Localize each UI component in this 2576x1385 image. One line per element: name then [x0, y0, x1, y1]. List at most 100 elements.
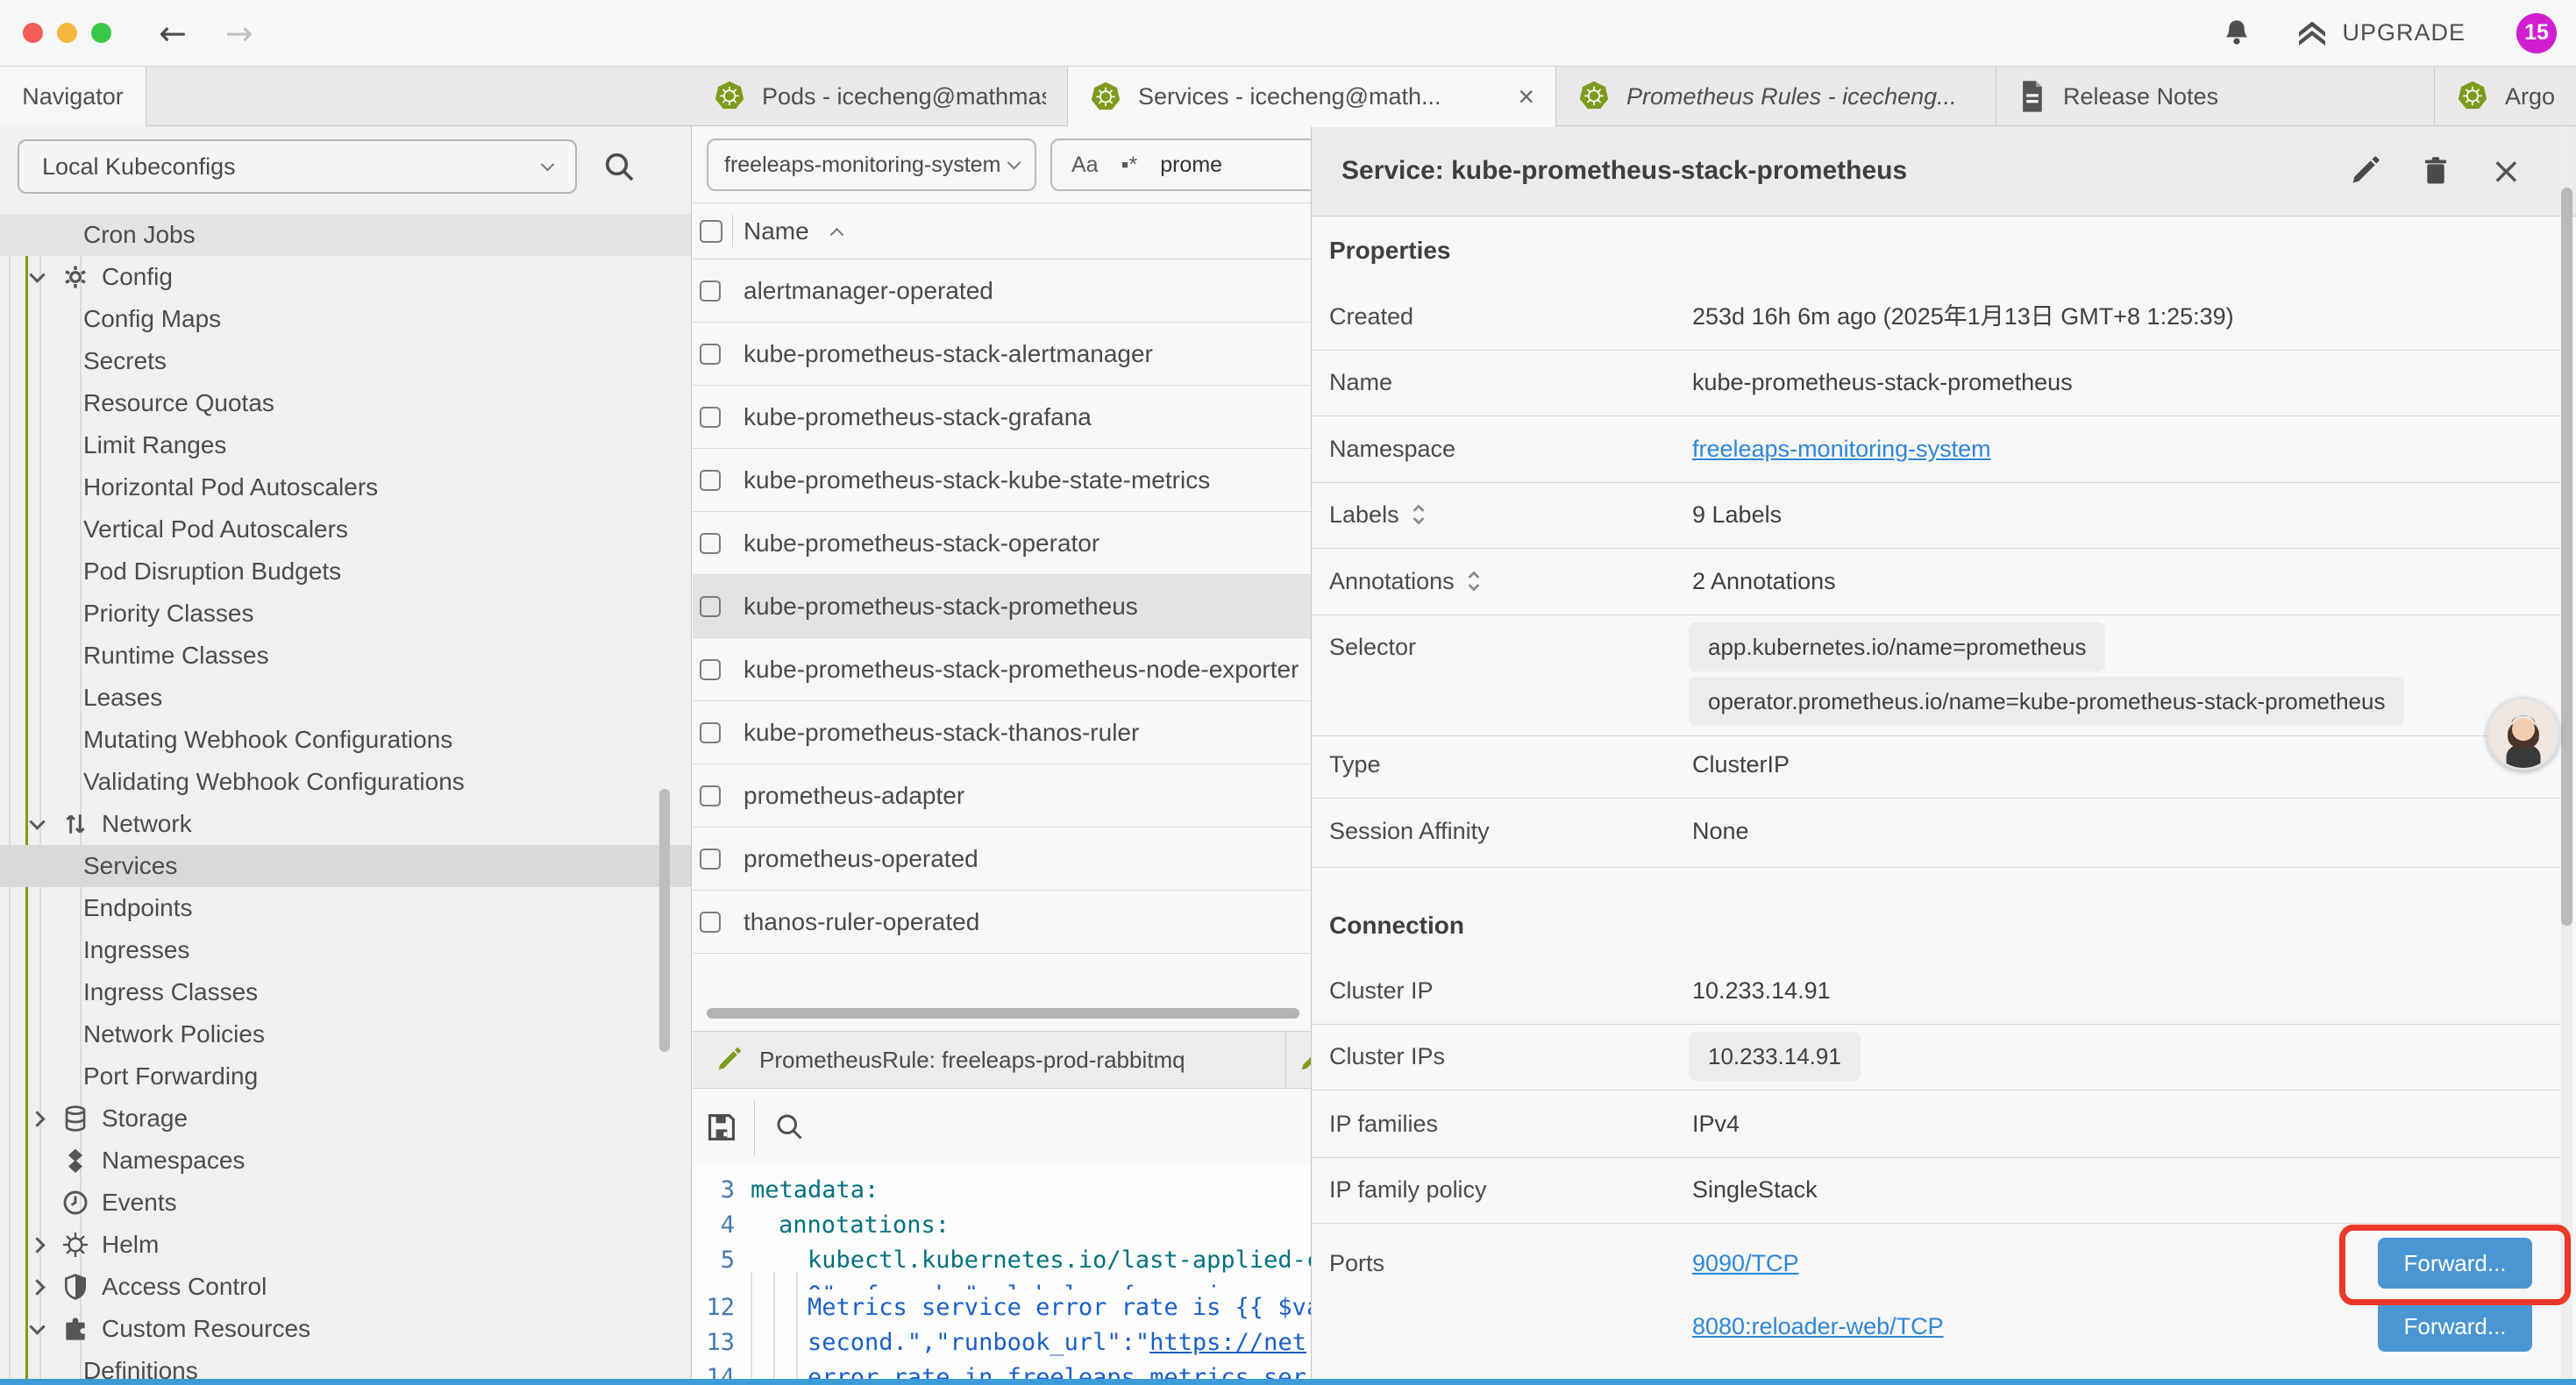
table-row[interactable]: kube-prometheus-stack-alertmanager [693, 323, 1311, 386]
editor-tab-prometheusrule[interactable]: PrometheusRule: freeleaps-prod-rabbitmq [693, 1032, 1286, 1088]
runbook-url-link[interactable]: https://net [1149, 1325, 1306, 1361]
sidebar-item-leases[interactable]: Leases [0, 677, 691, 719]
sidebar-item-horizontal-pod-autoscalers[interactable]: Horizontal Pod Autoscalers [0, 466, 691, 508]
row-checkbox[interactable] [700, 407, 721, 428]
namespace-filter-select[interactable]: freeleaps-monitoring-system [707, 138, 1036, 191]
row-checkbox[interactable] [700, 470, 721, 491]
minimize-window-button[interactable] [57, 23, 77, 43]
port-link[interactable]: 8080:reloader-web/TCP [1692, 1313, 1944, 1339]
namespace-link[interactable]: freeleaps-monitoring-system [1692, 436, 1991, 462]
pencil-icon[interactable] [2349, 155, 2380, 187]
table-row[interactable]: kube-prometheus-stack-kube-state-metrics [693, 449, 1311, 512]
horizontal-scrollbar[interactable] [707, 1008, 1299, 1019]
titlebar-right-cluster: UPGRADE 15 [2223, 13, 2557, 53]
table-row[interactable]: prometheus-adapter [693, 764, 1311, 827]
sidebar-item-mutating-webhook-configurations[interactable]: Mutating Webhook Configurations [0, 719, 691, 761]
sidebar-item-cron-jobs[interactable]: Cron Jobs [0, 214, 691, 256]
tab-prometheus-rules[interactable]: Prometheus Rules - icecheng... [1556, 67, 1996, 126]
avatar[interactable] [2487, 697, 2560, 771]
tab-argo[interactable]: Argo Se [2435, 67, 2576, 126]
table-row-selected[interactable]: kube-prometheus-stack-prometheus [693, 575, 1311, 638]
search-query[interactable]: prome [1160, 153, 1222, 178]
table-row[interactable]: kube-prometheus-stack-thanos-ruler [693, 701, 1311, 764]
sidebar-item-namespaces[interactable]: Namespaces [0, 1140, 691, 1182]
sidebar-group-custom-resources[interactable]: Custom Resources [0, 1308, 691, 1350]
sidebar-item-network-policies[interactable]: Network Policies [0, 1013, 691, 1055]
forward-button[interactable]: → [225, 17, 253, 50]
row-checkbox[interactable] [700, 785, 721, 806]
details-scrollbar-thumb[interactable] [2561, 188, 2572, 926]
back-button[interactable]: ← [159, 17, 187, 50]
row-checkbox[interactable] [700, 912, 721, 933]
sidebar-item-vertical-pod-autoscalers[interactable]: Vertical Pod Autoscalers [0, 508, 691, 550]
sidebar-group-storage[interactable]: Storage [0, 1097, 691, 1140]
properties-section-heading: Properties [1329, 231, 1451, 270]
table-row[interactable]: thanos-ruler-operated [693, 891, 1311, 954]
close-icon[interactable]: × [1500, 81, 1534, 113]
search-icon[interactable] [601, 149, 637, 184]
forward-button[interactable]: Forward... [2378, 1301, 2532, 1352]
sidebar-item-ingresses[interactable]: Ingresses [0, 929, 691, 971]
upgrade-button[interactable]: UPGRADE [2296, 18, 2466, 49]
sidebar-item-port-forwarding[interactable]: Port Forwarding [0, 1055, 691, 1097]
port-link[interactable]: 9090/TCP [1692, 1250, 1799, 1276]
editor-tab-partial[interactable] [1286, 1032, 1311, 1088]
sidebar-group-helm[interactable]: Helm [0, 1224, 691, 1266]
bell-icon[interactable] [2223, 18, 2251, 49]
sidebar-item-services[interactable]: Services [0, 845, 691, 887]
table-row[interactable]: alertmanager-operated [693, 259, 1311, 323]
save-icon[interactable] [705, 1111, 738, 1144]
sidebar-item-config-maps[interactable]: Config Maps [0, 298, 691, 340]
tab-navigator[interactable]: Navigator [0, 67, 146, 127]
connection-row-cluster-ip: Cluster IP 10.233.14.91 [1312, 971, 2576, 1010]
sidebar-item-priority-classes[interactable]: Priority Classes [0, 593, 691, 635]
close-window-button[interactable] [23, 23, 43, 43]
search-icon[interactable] [773, 1111, 805, 1142]
sidebar-item-endpoints[interactable]: Endpoints [0, 887, 691, 929]
sidebar-item-validating-webhook-configurations[interactable]: Validating Webhook Configurations [0, 761, 691, 803]
sidebar-item-pod-disruption-budgets[interactable]: Pod Disruption Budgets [0, 550, 691, 593]
table-row[interactable]: prometheus-operated [693, 827, 1311, 891]
row-checkbox[interactable] [700, 849, 721, 870]
name-column-header[interactable]: Name [744, 217, 842, 245]
table-row[interactable]: kube-prometheus-stack-prometheus-node-ex… [693, 638, 1311, 701]
sidebar-item-ingress-classes[interactable]: Ingress Classes [0, 971, 691, 1013]
zoom-window-button[interactable] [91, 23, 111, 43]
trash-icon[interactable] [2421, 155, 2451, 187]
sort-updown-icon[interactable] [1465, 568, 1483, 594]
sidebar-scrollbar[interactable] [659, 789, 670, 1052]
close-icon[interactable]: × [2491, 153, 2522, 189]
row-checkbox[interactable] [700, 659, 721, 680]
case-sensitive-toggle[interactable]: Aa [1071, 153, 1099, 178]
editor-line-clipped: 0", for: hm", labels :{ service : [693, 1277, 1311, 1289]
row-divider [1312, 867, 2560, 868]
tab-pods[interactable]: Pods - icecheng@mathmas... [692, 67, 1068, 126]
row-checkbox[interactable] [700, 281, 721, 302]
table-row[interactable]: kube-prometheus-stack-operator [693, 512, 1311, 575]
yaml-editor[interactable]: 3metadata: 4annotations: 5kubectl.kubern… [693, 1167, 1311, 1385]
notification-badge[interactable]: 15 [2516, 13, 2557, 53]
sidebar-item-runtime-classes[interactable]: Runtime Classes [0, 635, 691, 677]
kubeconfig-select[interactable]: Local Kubeconfigs [18, 139, 577, 194]
sidebar-item-secrets[interactable]: Secrets [0, 340, 691, 382]
tab-services[interactable]: Services - icecheng@math... × [1068, 67, 1556, 127]
sidebar-group-access-control[interactable]: Access Control [0, 1266, 691, 1308]
row-checkbox[interactable] [700, 533, 721, 554]
search-input[interactable]: Aa ▪* prome [1050, 138, 1312, 191]
sidebar-group-network[interactable]: Network [0, 803, 691, 845]
sidebar-item-limit-ranges[interactable]: Limit Ranges [0, 424, 691, 466]
table-row[interactable]: kube-prometheus-stack-grafana [693, 386, 1311, 449]
row-checkbox[interactable] [700, 722, 721, 743]
select-all-checkbox[interactable] [700, 220, 722, 243]
chevron-down-icon [1007, 155, 1021, 169]
sidebar-item-resource-quotas[interactable]: Resource Quotas [0, 382, 691, 424]
tab-release-notes[interactable]: Release Notes [1996, 67, 2435, 126]
sort-updown-icon[interactable] [1410, 501, 1427, 528]
row-checkbox[interactable] [700, 344, 721, 365]
puzzle-icon [61, 1315, 102, 1343]
sidebar-item-events[interactable]: Events [0, 1182, 691, 1224]
sidebar-group-config[interactable]: Config [0, 256, 691, 298]
connection-row-ip-families: IP families IPv4 [1312, 1104, 2576, 1143]
regex-toggle[interactable]: ▪* [1121, 153, 1138, 178]
row-checkbox[interactable] [700, 596, 721, 617]
